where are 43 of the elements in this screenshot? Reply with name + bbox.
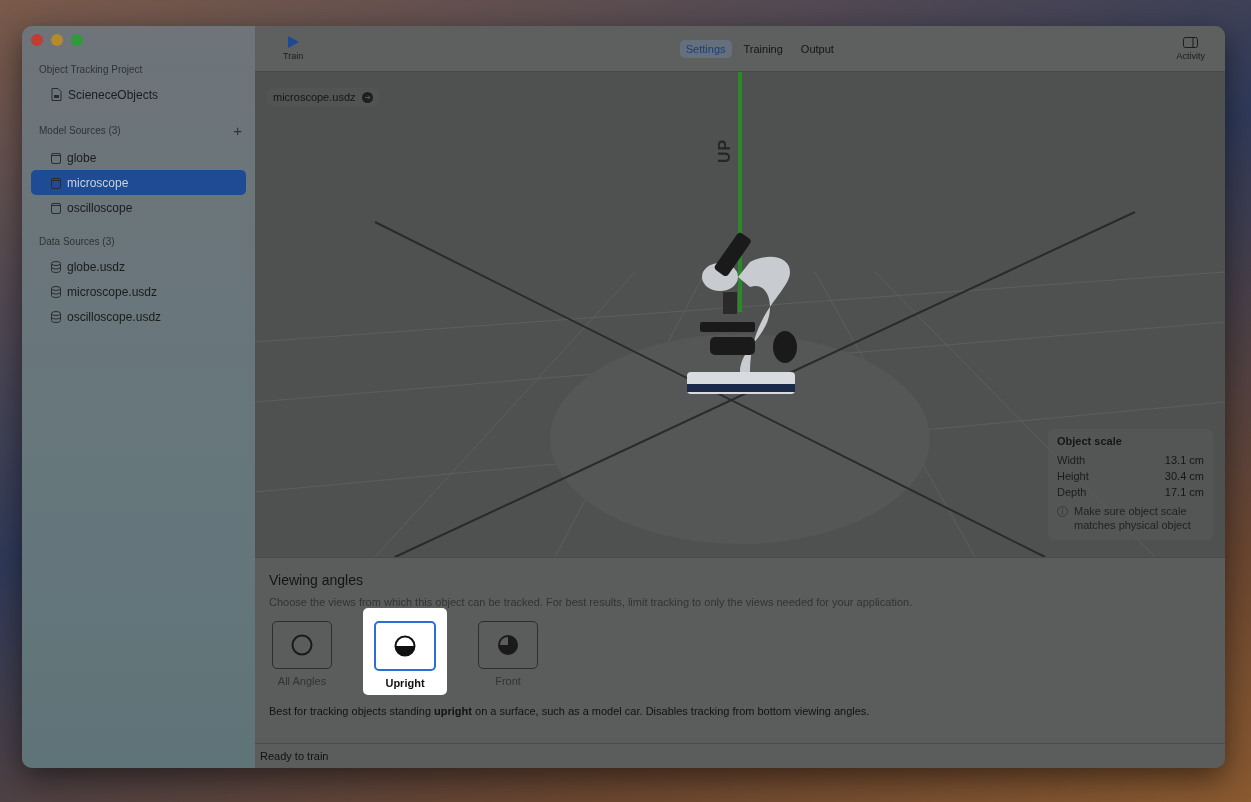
train-button[interactable]: Train xyxy=(283,36,304,61)
sidebar-item[interactable]: globe.usdz xyxy=(31,254,246,279)
sidebar-panel-icon xyxy=(1183,36,1199,48)
dimension-label: Height xyxy=(1057,469,1089,484)
play-icon xyxy=(287,36,299,48)
tab[interactable]: Output xyxy=(794,39,840,58)
dimension-value: 13.1 cm xyxy=(1164,453,1204,468)
sidebar-item[interactable]: oscilloscope.usdz xyxy=(31,304,246,329)
half-circle-icon xyxy=(394,635,416,657)
dimension-label: Depth xyxy=(1057,485,1087,500)
option-label: Upright xyxy=(385,677,425,689)
option-explanation: Best for tracking objects standing upright on a surface, such as a model car. Disables tracking from bottom viewing angles. xyxy=(269,705,871,717)
add-button[interactable]: + xyxy=(233,123,242,138)
tab[interactable]: Training xyxy=(737,39,789,58)
activity-button[interactable]: Activity xyxy=(1176,36,1205,61)
sidebar-item[interactable]: ScieneceObjects xyxy=(31,82,246,107)
status-text: Ready to train xyxy=(260,750,329,762)
sidebar-item[interactable]: microscope.usdz xyxy=(31,279,246,304)
section-header: Object Tracking Project xyxy=(39,64,143,75)
dimension-value: 30.4 cm xyxy=(1164,469,1204,484)
section-header: Model Sources (3) xyxy=(39,125,121,136)
quarter-circle-icon xyxy=(497,634,519,656)
angle-option-button[interactable] xyxy=(374,621,436,671)
database-icon xyxy=(51,285,61,298)
database-icon xyxy=(51,260,61,273)
sidebar-item[interactable]: globe xyxy=(31,145,246,170)
dimension-value: 17.1 cm xyxy=(1164,485,1204,500)
circle-icon xyxy=(291,634,313,656)
sidebar-item[interactable]: oscilloscope xyxy=(31,195,246,220)
section-header: Data Sources (3) xyxy=(39,236,115,247)
document-icon xyxy=(51,88,62,101)
cylinder-icon xyxy=(51,151,61,164)
panel-title: Object scale xyxy=(1057,435,1123,447)
dimension-label: Width xyxy=(1057,453,1086,468)
tab[interactable]: Settings xyxy=(679,39,732,58)
cylinder-icon xyxy=(51,201,61,214)
section-title: Viewing angles xyxy=(269,572,364,588)
cylinder-icon xyxy=(51,176,61,189)
minimize-button[interactable] xyxy=(51,34,63,46)
info-icon xyxy=(1057,506,1068,517)
database-icon xyxy=(51,310,61,323)
arrow-circle-icon xyxy=(361,91,373,103)
sidebar-item[interactable]: microscope xyxy=(31,170,246,195)
